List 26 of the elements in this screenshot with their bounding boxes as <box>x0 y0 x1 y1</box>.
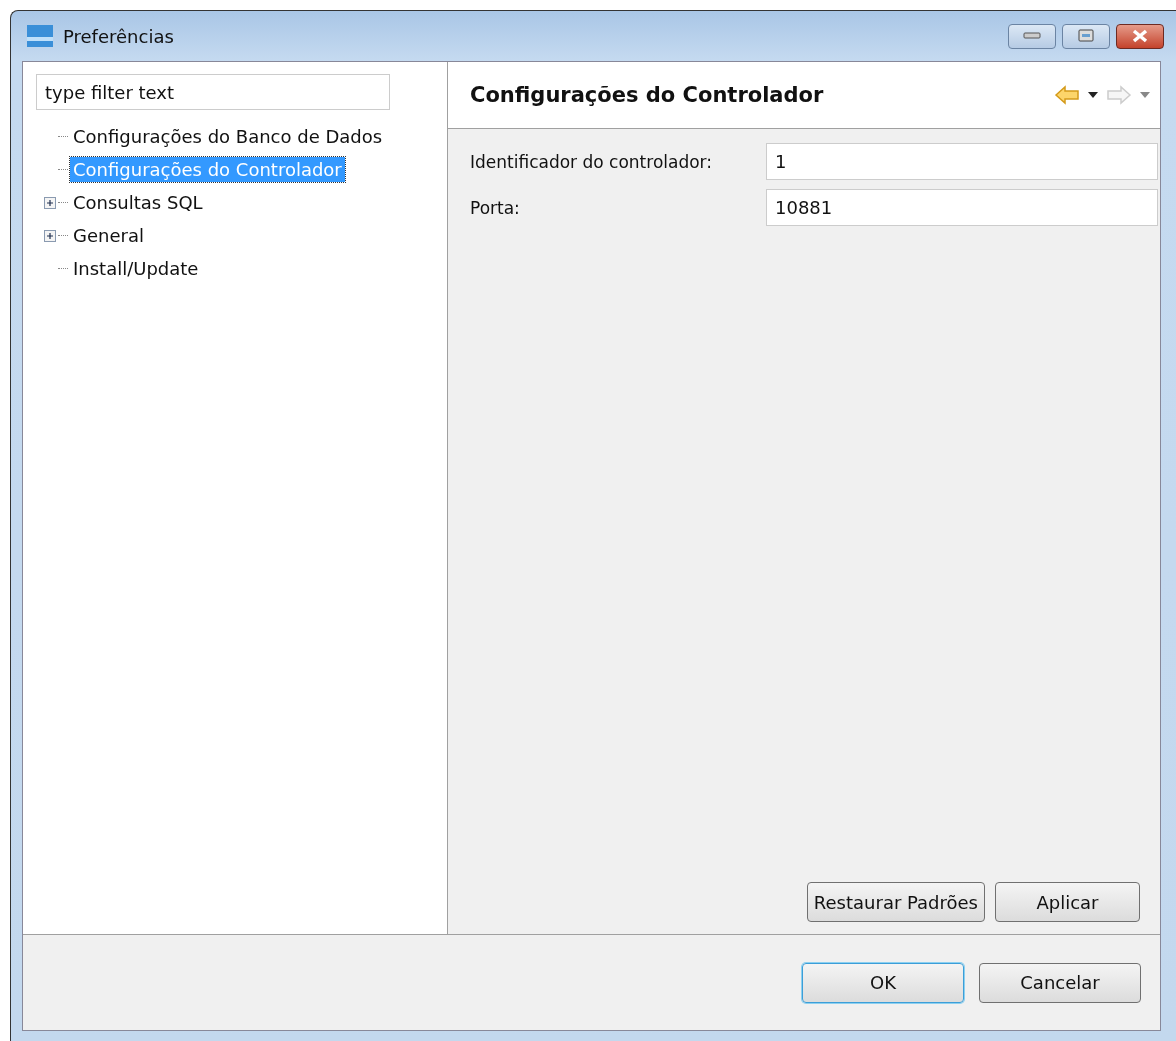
expand-icon[interactable] <box>44 196 56 209</box>
back-arrow-icon[interactable] <box>1054 85 1080 105</box>
close-icon <box>1131 29 1149 43</box>
minimize-icon <box>1023 32 1041 40</box>
app-icon <box>27 25 53 47</box>
field-label: Identificador do controlador: <box>470 151 714 172</box>
minimize-button[interactable] <box>1008 23 1056 49</box>
dialog-button[interactable]: Cancelar <box>979 962 1141 1003</box>
dropdown-caret-icon[interactable] <box>1088 92 1098 98</box>
maximize-icon <box>1077 29 1095 43</box>
window-title: Preferências <box>63 25 174 47</box>
page-button[interactable]: Restaurar Padrões <box>806 882 985 922</box>
maximize-button[interactable] <box>1062 23 1110 49</box>
dialog-button[interactable]: OK <box>802 962 964 1003</box>
close-button[interactable] <box>1116 23 1164 49</box>
tree-item[interactable]: Consultas SQL <box>70 190 206 215</box>
tree-item[interactable]: General <box>70 223 147 248</box>
expand-icon[interactable] <box>44 229 56 242</box>
filter-field[interactable]: type filter text <box>36 74 390 110</box>
input-field[interactable]: 1 <box>766 143 1158 180</box>
field-label: Porta: <box>470 197 521 218</box>
input-field[interactable]: 10881 <box>766 189 1158 226</box>
page-title: Configurações do Controlador <box>470 83 824 107</box>
tree-item[interactable]: Install/Update <box>70 256 202 281</box>
tree-item[interactable]: Configurações do Banco de Dados <box>70 124 386 149</box>
page-button[interactable]: Aplicar <box>995 882 1140 922</box>
